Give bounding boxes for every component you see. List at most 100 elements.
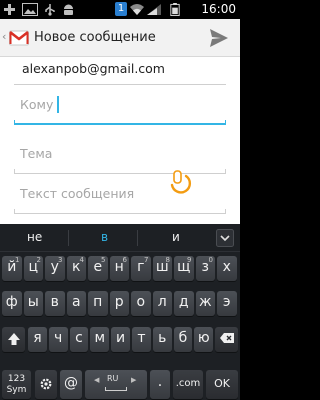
- wifi-icon: [130, 4, 144, 15]
- key-ф[interactable]: ф: [2, 291, 22, 316]
- key-label: в: [50, 294, 59, 310]
- key-number-hint: 5: [101, 256, 106, 264]
- key-а[interactable]: а: [66, 291, 86, 316]
- key-э[interactable]: э: [217, 291, 237, 316]
- key-з[interactable]: з0: [195, 256, 215, 281]
- body-placeholder: Текст сообщения: [20, 186, 135, 201]
- key-label: и: [116, 330, 126, 346]
- key-number-hint: 2: [36, 256, 41, 264]
- to-field[interactable]: Кому: [14, 91, 226, 125]
- key-label: д: [178, 294, 189, 310]
- key-м[interactable]: м: [90, 327, 110, 352]
- add-icon: [4, 4, 15, 15]
- key-number-hint: 8: [165, 256, 170, 264]
- key-label: ы: [27, 294, 39, 310]
- gear-icon: [40, 378, 52, 390]
- key-number-hint: 9: [187, 256, 192, 264]
- key-label: х: [222, 259, 231, 275]
- key-в[interactable]: в: [45, 291, 65, 316]
- key-б[interactable]: б: [173, 327, 193, 352]
- key-е[interactable]: е5: [88, 256, 108, 281]
- key-ь[interactable]: ь: [152, 327, 172, 352]
- key-к[interactable]: к4: [66, 256, 86, 281]
- settings-key[interactable]: [35, 370, 57, 399]
- key-л[interactable]: л: [152, 291, 172, 316]
- suggestion-1[interactable]: не: [27, 230, 42, 245]
- key-label: я: [33, 330, 42, 346]
- at-key[interactable]: @: [60, 370, 82, 399]
- compose-form: alexanpob@gmail.com Кому Тема Текст сооб…: [0, 57, 240, 224]
- key-ю[interactable]: ю: [194, 327, 214, 352]
- key-label: ч: [54, 330, 63, 346]
- status-bar: 1 16:00: [0, 0, 240, 19]
- touch-pointer-icon: [170, 170, 192, 194]
- key-ы[interactable]: ы: [23, 291, 43, 316]
- shift-key[interactable]: [2, 327, 25, 352]
- back-chevron-icon[interactable]: ‹: [2, 30, 6, 43]
- key-о[interactable]: о: [131, 291, 151, 316]
- key-label: а: [71, 294, 81, 310]
- signal-icon: [147, 4, 161, 15]
- status-time: 16:00: [201, 2, 236, 16]
- key-й[interactable]: й1: [2, 256, 22, 281]
- key-label: п: [93, 294, 103, 310]
- key-щ[interactable]: щ9: [174, 256, 194, 281]
- dotcom-key[interactable]: .com: [173, 370, 203, 399]
- key-label: э: [222, 294, 231, 310]
- key-и[interactable]: и: [111, 327, 130, 352]
- key-label: л: [157, 294, 167, 310]
- key-number-hint: 0: [208, 256, 213, 264]
- sym-key[interactable]: 123 Sym: [2, 370, 31, 399]
- gmail-icon[interactable]: [9, 28, 29, 48]
- key-ч[interactable]: ч: [48, 327, 68, 352]
- battery-icon: [170, 3, 180, 16]
- ok-key[interactable]: OK: [206, 370, 238, 399]
- usb-icon: [45, 4, 55, 16]
- key-label: м: [94, 330, 106, 346]
- key-п[interactable]: п: [88, 291, 108, 316]
- backspace-icon: [219, 333, 234, 343]
- key-number-hint: 4: [79, 256, 84, 264]
- android-debug-icon: [64, 4, 73, 15]
- space-key[interactable]: ◀ RU ▶: [85, 370, 147, 399]
- text-cursor: [57, 96, 59, 113]
- collapse-keyboard-icon[interactable]: [216, 229, 234, 247]
- key-т[interactable]: т: [132, 327, 151, 352]
- space-arrows: ◀: [94, 376, 100, 384]
- key-д[interactable]: д: [174, 291, 194, 316]
- key-я[interactable]: я: [28, 327, 47, 352]
- from-account[interactable]: alexanpob@gmail.com: [22, 61, 165, 77]
- page-title: Новое сообщение: [34, 30, 156, 45]
- key-label: ю: [197, 330, 210, 346]
- backspace-key[interactable]: [215, 327, 238, 352]
- keyboard: не в и й1ц2у3к4е5н6г7ш8щ9з0х фывапролджэ…: [0, 224, 240, 400]
- key-label: ф: [5, 294, 18, 310]
- suggestion-2[interactable]: в: [101, 230, 108, 245]
- key-р[interactable]: р: [109, 291, 129, 316]
- divider: [14, 84, 226, 85]
- gallery-icon: [22, 3, 38, 16]
- suggestion-bar: не в и: [0, 224, 240, 252]
- key-ж[interactable]: ж: [195, 291, 215, 316]
- key-number-hint: 7: [144, 256, 149, 264]
- key-х[interactable]: х: [217, 256, 237, 281]
- key-label: р: [114, 294, 124, 310]
- key-ш[interactable]: ш8: [152, 256, 172, 281]
- key-label: с: [75, 330, 83, 346]
- key-г[interactable]: г7: [131, 256, 151, 281]
- key-number-hint: 1: [15, 256, 20, 264]
- key-number-hint: 3: [58, 256, 63, 264]
- key-label: т: [137, 330, 146, 346]
- notification-badge: 1: [115, 2, 127, 16]
- to-placeholder: Кому: [20, 97, 54, 112]
- key-н[interactable]: н6: [109, 256, 129, 281]
- period-key[interactable]: .: [150, 370, 170, 399]
- key-с[interactable]: с: [69, 327, 89, 352]
- key-у[interactable]: у3: [45, 256, 65, 281]
- key-ц[interactable]: ц2: [23, 256, 43, 281]
- key-label: ж: [198, 294, 212, 310]
- key-label: о: [136, 294, 146, 310]
- send-icon[interactable]: [209, 27, 229, 49]
- suggestion-3[interactable]: и: [172, 230, 180, 245]
- shift-icon: [7, 333, 20, 345]
